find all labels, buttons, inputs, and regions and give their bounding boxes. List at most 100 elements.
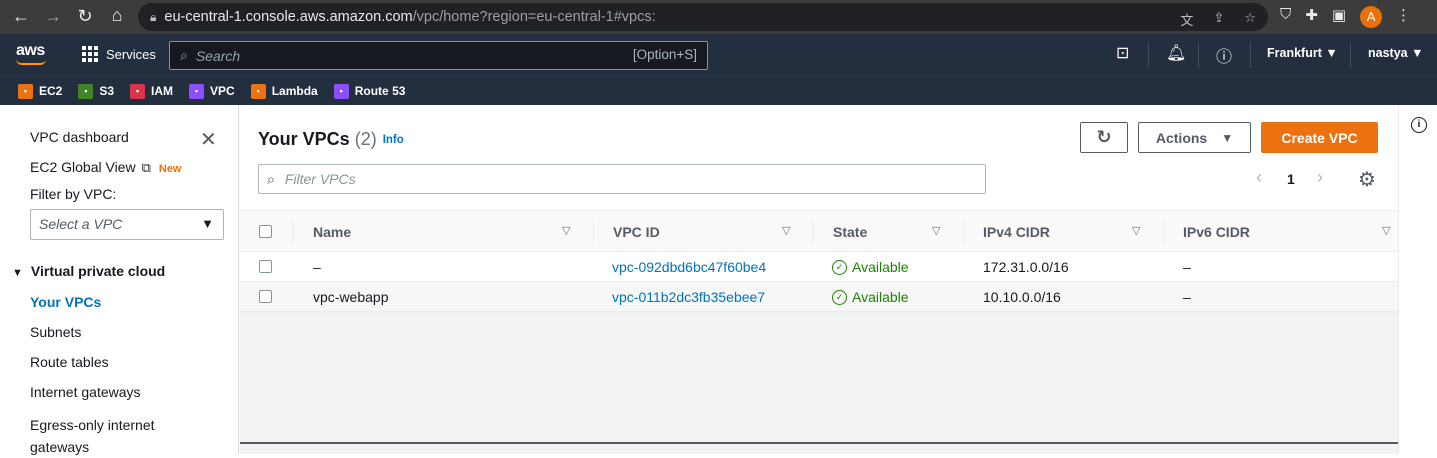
previous-page-icon[interactable]: ‹ (1256, 167, 1262, 188)
kebab-menu-icon[interactable]: ⋮ (1396, 6, 1411, 28)
select-all-checkbox[interactable] (259, 225, 272, 238)
iam-icon: ▪ (130, 83, 146, 99)
vpc-count: (2) (354, 129, 377, 149)
favorite-route-53[interactable]: ▪ Route 53 (333, 83, 405, 99)
favorite-lambda[interactable]: ▪ Lambda (250, 83, 318, 99)
puzzle-extensions-icon[interactable]: ✚ (1305, 6, 1318, 28)
favorite-iam[interactable]: ▪ IAM (130, 83, 173, 99)
gear-icon[interactable]: ⚙ (1358, 167, 1376, 192)
filter-by-vpc-label: Filter by VPC: (30, 186, 117, 202)
caret-down-icon: ▼ (12, 267, 23, 279)
url-path: /vpc/home?region=eu-central-1#vpcs: (412, 9, 656, 25)
cloudshell-icon[interactable]: ⊡ (1116, 43, 1129, 63)
next-page-icon[interactable]: › (1317, 167, 1323, 188)
row-checkbox[interactable] (259, 290, 272, 303)
close-icon[interactable]: ✕ (200, 127, 217, 152)
services-menu-button[interactable]: Services (82, 46, 156, 62)
address-bar[interactable]: 🔒︎ eu-central-1.console.aws.amazon.com/v… (138, 3, 1268, 31)
sidebar-item-vpc-dashboard[interactable]: VPC dashboard (30, 129, 129, 145)
sort-icon[interactable]: ▽ (562, 224, 570, 237)
cell-vpc-id-link[interactable]: vpc-011b2dc3fb35ebee7 (612, 289, 765, 305)
search-shortcut: [Option+S] (632, 47, 697, 62)
favorites-bar: ▪ EC2 ▪ S3 ▪ IAM ▪ VPC ▪ Lambda ▪ Route 53 (0, 76, 1437, 105)
s3-icon: ▪ (78, 83, 94, 99)
table-row[interactable]: – vpc-092dbd6bc47f60be4 ✓ Available 172.3… (240, 252, 1398, 282)
translate-icon[interactable]: 文 (1180, 10, 1193, 29)
cell-vpc-id-link[interactable]: vpc-092dbd6bc47f60be4 (612, 259, 766, 275)
sidebar-item-egress-only-internet-gateways[interactable]: Egress-only internet gateways (30, 414, 200, 458)
cell-ipv4-cidr: 172.31.0.0/16 (983, 259, 1069, 275)
forward-icon[interactable]: → (38, 6, 68, 27)
filter-vpcs-input[interactable]: ⌕ Filter VPCs (258, 164, 986, 194)
sidebar-item-your-vpcs[interactable]: Your VPCs (30, 294, 101, 310)
search-input[interactable]: ⌕ Search [Option+S] (169, 41, 708, 70)
cell-ipv6-cidr: – (1183, 259, 1191, 275)
cell-state: ✓ Available (832, 259, 909, 275)
bookmark-star-icon[interactable]: ☆ (1244, 10, 1256, 29)
external-link-icon: ⧉ (141, 160, 151, 175)
page-number[interactable]: 1 (1287, 171, 1295, 187)
home-icon[interactable]: ⌂ (102, 5, 132, 26)
refresh-icon: ↻ (1096, 127, 1112, 147)
page-title: Your VPCs (2) Info (258, 129, 404, 149)
vpc-select[interactable]: Select a VPC ▼ (30, 209, 224, 240)
sidebar-item-subnets[interactable]: Subnets (30, 324, 81, 340)
route53-icon: ▪ (333, 83, 349, 99)
sort-icon[interactable]: ▽ (932, 224, 940, 237)
ec2-icon: ▪ (18, 83, 33, 99)
browser-toolbar: ← → ↻ ⌂ 🔒︎ eu-central-1.console.aws.amaz… (0, 0, 1437, 34)
region-selector[interactable]: Frankfurt ▼ (1267, 46, 1338, 60)
favorite-vpc[interactable]: ▪ VPC (189, 83, 235, 99)
cell-name: – (313, 259, 321, 275)
refresh-button[interactable]: ↻ (1080, 122, 1128, 153)
sort-icon[interactable]: ▽ (1382, 224, 1390, 237)
cell-ipv4-cidr: 10.10.0.0/16 (983, 289, 1061, 305)
sidebar-item-route-tables[interactable]: Route tables (30, 354, 109, 370)
cell-state: ✓ Available (832, 289, 909, 305)
reload-icon[interactable]: ↻ (70, 6, 100, 27)
aws-header: aws Services ⌕ Search [Option+S] ⊡ 🔔︎ ⓘ … (0, 34, 1437, 76)
info-icon[interactable]: i (1411, 117, 1427, 133)
vpcs-table-panel: Your VPCs (2) Info ↻ Actions ▼ Create VPC … (240, 105, 1398, 313)
help-icon[interactable]: ⓘ (1216, 43, 1232, 67)
sidebar-toggle-icon[interactable]: ▣ (1332, 6, 1346, 28)
services-label: Services (106, 46, 156, 62)
share-icon[interactable]: ⇪ (1213, 10, 1224, 29)
sort-icon[interactable]: ▽ (782, 224, 790, 237)
section-virtual-private-cloud[interactable]: ▼ Virtual private cloud (12, 263, 165, 279)
new-badge: New (158, 163, 182, 175)
actions-button[interactable]: Actions ▼ (1138, 122, 1251, 153)
create-vpc-button[interactable]: Create VPC (1261, 122, 1378, 153)
split-panel-divider[interactable] (240, 442, 1398, 444)
sidebar-item-ec2-global-view[interactable]: EC2 Global View ⧉ New (30, 159, 182, 176)
table-row[interactable]: vpc-webapp vpc-011b2dc3fb35ebee7 ✓ Availa… (240, 282, 1398, 312)
favorite-ec2[interactable]: ▪ EC2 (18, 83, 62, 99)
caret-down-icon: ▼ (1221, 130, 1234, 145)
search-placeholder: Search (195, 47, 241, 64)
column-header-state[interactable]: State (833, 224, 867, 240)
search-icon: ⌕ (267, 170, 275, 187)
cell-ipv6-cidr: – (1183, 289, 1191, 305)
account-menu[interactable]: nastya ▼ (1368, 46, 1423, 60)
shield-extension-icon[interactable]: ⛉ (1280, 6, 1291, 28)
column-header-ipv4-cidr[interactable]: IPv4 CIDR (983, 224, 1050, 240)
notifications-icon[interactable]: 🔔︎ (1166, 43, 1186, 63)
favorite-s3[interactable]: ▪ S3 (78, 83, 114, 99)
aws-logo[interactable]: aws (16, 42, 46, 65)
search-icon: ⌕ (180, 47, 188, 63)
column-header-name[interactable]: Name (313, 224, 351, 240)
sidebar-item-internet-gateways[interactable]: Internet gateways (30, 384, 141, 400)
vpc-icon: ▪ (189, 83, 205, 99)
column-header-vpc-id[interactable]: VPC ID (613, 224, 660, 240)
profile-avatar[interactable]: A (1360, 6, 1383, 28)
right-rail: i (1398, 105, 1437, 454)
row-checkbox[interactable] (259, 260, 272, 273)
info-link[interactable]: Info (383, 134, 404, 146)
url-host: eu-central-1.console.aws.amazon.com (164, 9, 413, 25)
lambda-icon: ▪ (250, 83, 266, 99)
grid-icon (82, 46, 98, 62)
column-header-ipv6-cidr[interactable]: IPv6 CIDR (1183, 224, 1250, 240)
sort-icon[interactable]: ▽ (1132, 224, 1140, 237)
back-icon[interactable]: ← (6, 6, 36, 27)
sidebar: VPC dashboard ✕ EC2 Global View ⧉ New Filt… (0, 105, 239, 455)
